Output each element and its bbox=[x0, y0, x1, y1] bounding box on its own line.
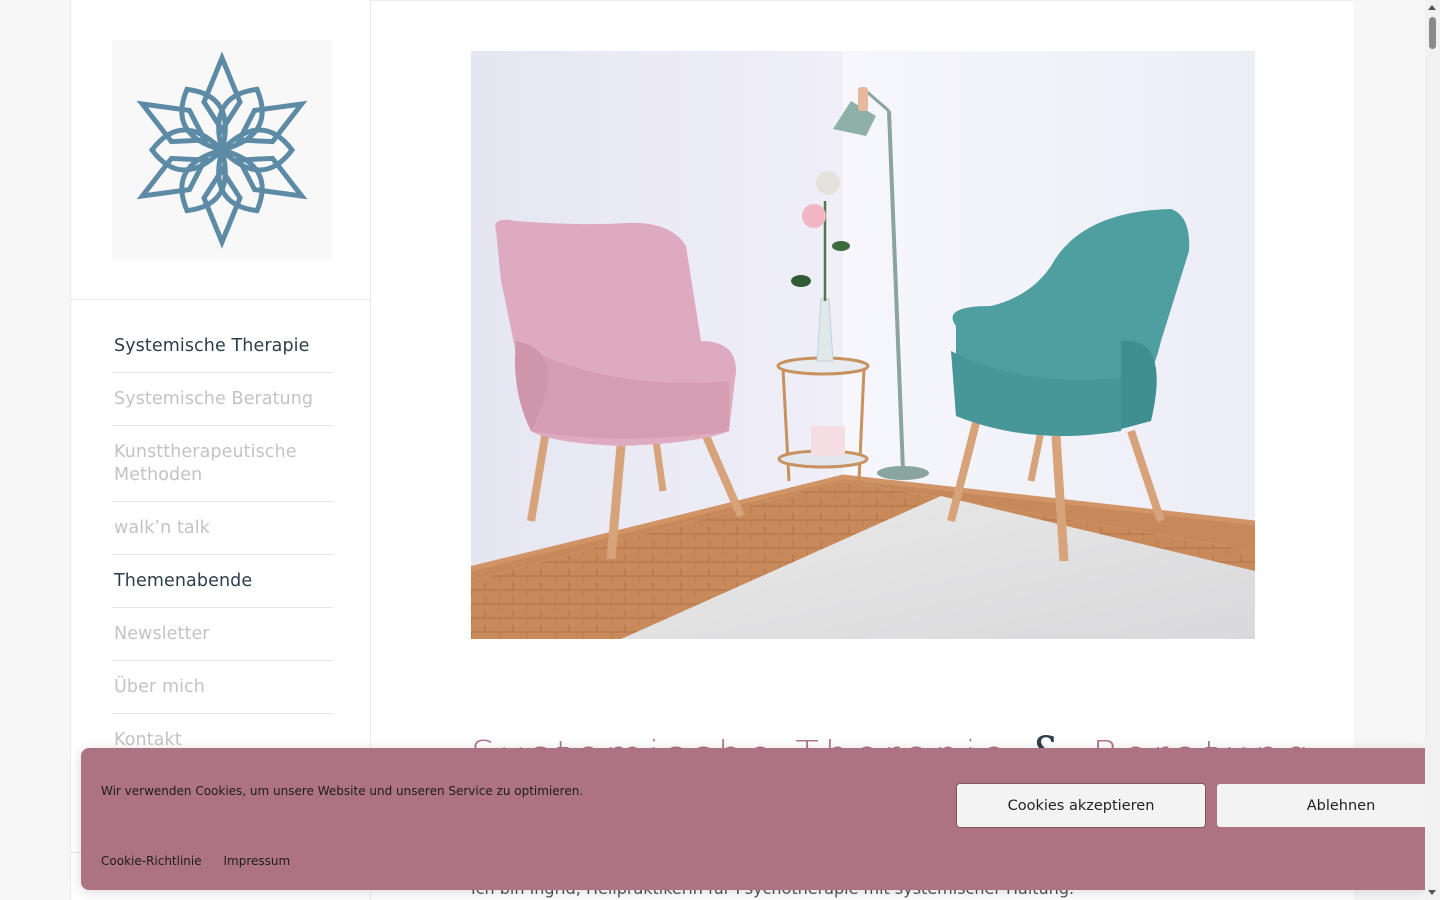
nav-item-newsletter[interactable]: Newsletter bbox=[112, 608, 333, 661]
nav-item-systemische-therapie[interactable]: Systemische Therapie bbox=[112, 320, 333, 373]
accept-cookies-button[interactable]: Cookies akzeptieren bbox=[956, 783, 1206, 828]
cookie-banner: Wir verwenden Cookies, um unsere Website… bbox=[81, 748, 1440, 890]
vertical-scrollbar[interactable] bbox=[1425, 0, 1440, 900]
cookie-policy-link[interactable]: Cookie-Richtlinie bbox=[101, 854, 202, 868]
nav-item-kunsttherapeutische-methoden[interactable]: Kunsttherapeutische Methoden bbox=[112, 426, 333, 502]
scrollbar-thumb[interactable] bbox=[1429, 17, 1436, 49]
imprint-link[interactable]: Impressum bbox=[223, 854, 290, 868]
nav-item-walk-n-talk[interactable]: walk’n talk bbox=[112, 502, 333, 555]
hero-image bbox=[471, 51, 1255, 639]
cookie-links: Cookie-Richtlinie Impressum bbox=[101, 854, 308, 868]
nav-item-themenabende[interactable]: Themenabende bbox=[112, 555, 333, 608]
main-nav: Systemische Therapie Systemische Beratun… bbox=[112, 320, 333, 767]
lotus-logo-icon bbox=[122, 51, 322, 250]
decline-cookies-button[interactable]: Ablehnen bbox=[1216, 783, 1440, 828]
site-logo[interactable] bbox=[112, 40, 332, 260]
scroll-up-icon[interactable] bbox=[1428, 5, 1436, 10]
nav-item-systemische-beratung[interactable]: Systemische Beratung bbox=[112, 373, 333, 426]
cookie-message: Wir verwenden Cookies, um unsere Website… bbox=[101, 784, 584, 798]
nav-item-ueber-mich[interactable]: Über mich bbox=[112, 661, 333, 714]
therapy-room-photo bbox=[471, 51, 1255, 639]
sidebar-divider bbox=[71, 299, 371, 300]
scroll-down-icon[interactable] bbox=[1428, 890, 1436, 895]
